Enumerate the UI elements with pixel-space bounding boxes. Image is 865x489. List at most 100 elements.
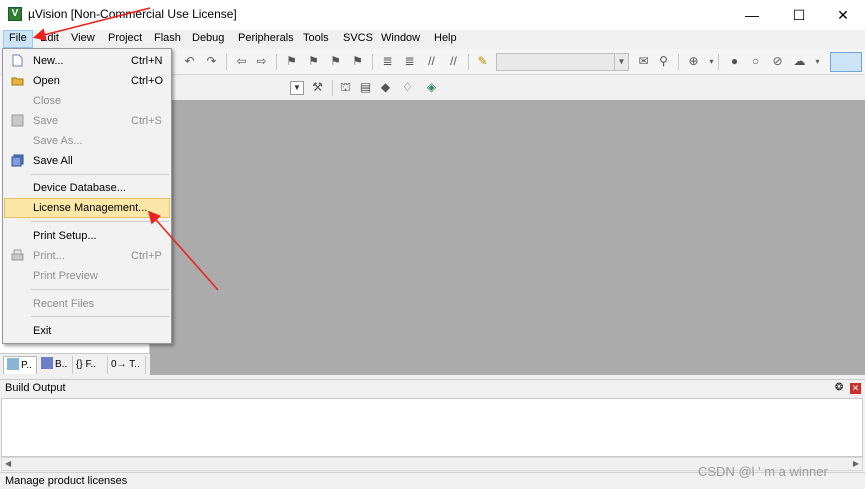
incremental-find-icon[interactable]: ✉ — [636, 54, 651, 69]
menu-separator — [31, 174, 169, 175]
nav-forward-icon[interactable]: ⇨ — [254, 54, 269, 69]
menu-separator — [31, 316, 169, 317]
undo-icon[interactable]: ↶ — [182, 54, 197, 69]
menu-edit[interactable]: Edit — [35, 30, 64, 48]
menu-item-shortcut: Ctrl+O — [131, 75, 164, 87]
menu-item-shortcut: Ctrl+N — [131, 55, 163, 67]
menu-item-label: Save As... — [33, 135, 83, 147]
toolbar-separator — [276, 54, 277, 70]
menu-separator — [31, 289, 169, 290]
toolbar-separator — [468, 54, 469, 70]
tab-functions[interactable]: {} F.. — [73, 356, 108, 374]
menu-item-device-database[interactable]: Device Database... — [4, 178, 170, 198]
manage-components-icon[interactable]: ◆ — [378, 80, 393, 95]
enable-breakpoint-icon[interactable]: ○ — [748, 54, 763, 69]
menu-separator — [31, 221, 169, 222]
menu-svcs[interactable]: SVCS — [338, 30, 378, 48]
maximize-button[interactable]: ☐ — [776, 0, 822, 30]
redo-icon[interactable]: ↷ — [204, 54, 219, 69]
toolbar-separator — [678, 54, 679, 70]
manage-project-icon[interactable]: ⛫ — [338, 80, 353, 95]
menu-item-print-setup[interactable]: Print Setup... — [4, 226, 170, 246]
close-panel-icon[interactable]: ✕ — [850, 383, 861, 394]
menu-item-print-preview: Print Preview — [4, 266, 170, 286]
build-output-title: Build Output — [5, 382, 66, 394]
run-time-env-icon[interactable]: ♢ — [400, 80, 415, 95]
menu-item-save-all[interactable]: Save All — [4, 151, 170, 171]
next-bookmark-icon[interactable]: ⚑ — [328, 54, 343, 69]
close-window-button[interactable]: ✕ — [820, 0, 865, 30]
debug-session-icon[interactable]: ⊕ — [686, 54, 701, 69]
menu-item-license-management[interactable]: License Management... — [4, 198, 170, 218]
menu-debug[interactable]: Debug — [187, 30, 229, 48]
menu-item-close: Close — [4, 91, 170, 111]
select-packs-icon[interactable]: ▤ — [358, 80, 373, 95]
menu-project[interactable]: Project — [103, 30, 147, 48]
pack-installer-icon[interactable]: ◈ — [424, 80, 439, 95]
tab-templates[interactable]: 0→ T.. — [108, 356, 146, 374]
nav-back-icon[interactable]: ⇦ — [234, 54, 249, 69]
window-layout-button[interactable] — [830, 52, 862, 72]
disable-breakpoints-icon[interactable]: ⊘ — [770, 54, 785, 69]
scroll-right-icon[interactable]: ▶ — [853, 458, 859, 470]
menu-tools[interactable]: Tools — [298, 30, 334, 48]
build-toolbar: ▼ ⚒ ⛫ ▤ ◆ ♢ ◈ — [172, 75, 865, 100]
scroll-left-icon[interactable]: ◀ — [5, 458, 11, 470]
toolbar-separator — [372, 54, 373, 70]
target-options-icon[interactable]: ⚒ — [310, 80, 325, 95]
file-menu-dropdown: New... Ctrl+N Open Ctrl+O Close Save Ctr… — [2, 48, 172, 344]
menu-item-exit[interactable]: Exit — [4, 321, 170, 341]
menu-item-open[interactable]: Open Ctrl+O — [4, 71, 170, 91]
uvision-window: V µVision [Non-Commercial Use License] —… — [0, 0, 865, 489]
target-dropdown[interactable]: ▼ — [290, 81, 304, 95]
tab-label: B.. — [55, 359, 68, 370]
comment-icon[interactable]: // — [424, 54, 439, 69]
find-in-files-icon[interactable]: ✎ — [475, 54, 490, 69]
menu-item-label: Print Setup... — [33, 230, 97, 242]
uncomment-icon[interactable]: // — [446, 54, 461, 69]
save-all-icon — [11, 154, 24, 167]
menu-item-label: Device Database... — [33, 182, 126, 194]
pin-icon[interactable]: ❂ — [835, 382, 843, 393]
menu-item-save-as: Save As... — [4, 131, 170, 151]
toolbar-separator — [718, 54, 719, 70]
menu-window[interactable]: Window — [376, 30, 425, 48]
clear-bookmarks-icon[interactable]: ⚑ — [350, 54, 365, 69]
menu-item-label: Print... — [33, 250, 65, 262]
menu-item-label: Save — [33, 115, 59, 127]
editor-area[interactable] — [150, 100, 865, 375]
menu-flash[interactable]: Flash — [149, 30, 186, 48]
menu-help[interactable]: Help — [429, 30, 462, 48]
tab-books[interactable]: B.. — [38, 356, 73, 374]
breakpoint-icon[interactable]: ● — [727, 54, 742, 69]
menu-file[interactable]: File — [3, 30, 33, 48]
build-output-panel[interactable] — [1, 398, 863, 457]
chevron-down-icon[interactable]: ▼ — [614, 54, 628, 70]
books-icon — [41, 357, 53, 369]
menu-view[interactable]: View — [66, 30, 100, 48]
menu-item-save: Save Ctrl+S — [4, 111, 170, 131]
status-text: Manage product licenses — [5, 475, 128, 487]
chevron-down-icon[interactable]: ▾ — [704, 54, 719, 69]
print-icon — [11, 249, 24, 261]
menu-item-recent-files: Recent Files — [4, 294, 170, 314]
menu-item-new[interactable]: New... Ctrl+N — [4, 51, 170, 71]
bookmark-icon[interactable]: ⚑ — [284, 54, 299, 69]
menu-item-shortcut: Ctrl+P — [131, 250, 162, 262]
unindent-icon[interactable]: ≣ — [402, 54, 417, 69]
minimize-button[interactable]: — — [729, 0, 775, 30]
menu-item-label: New... — [33, 55, 64, 67]
find-replace-icon[interactable]: ⚲ — [656, 54, 671, 69]
toolbar-separator — [332, 80, 333, 96]
open-folder-icon — [11, 77, 24, 86]
menu-bar: File Edit View Project Flash Debug Perip… — [0, 30, 865, 48]
find-combo[interactable]: ▼ — [496, 53, 629, 71]
kill-breakpoints-icon[interactable]: ☁ — [792, 54, 807, 69]
menu-peripherals[interactable]: Peripherals — [233, 30, 299, 48]
menu-item-print: Print... Ctrl+P — [4, 246, 170, 266]
prev-bookmark-icon[interactable]: ⚑ — [306, 54, 321, 69]
chevron-down-icon[interactable]: ▾ — [810, 54, 825, 69]
indent-icon[interactable]: ≣ — [380, 54, 395, 69]
tab-project[interactable]: P.. — [3, 356, 37, 374]
title-bar: V µVision [Non-Commercial Use License] —… — [0, 0, 865, 30]
